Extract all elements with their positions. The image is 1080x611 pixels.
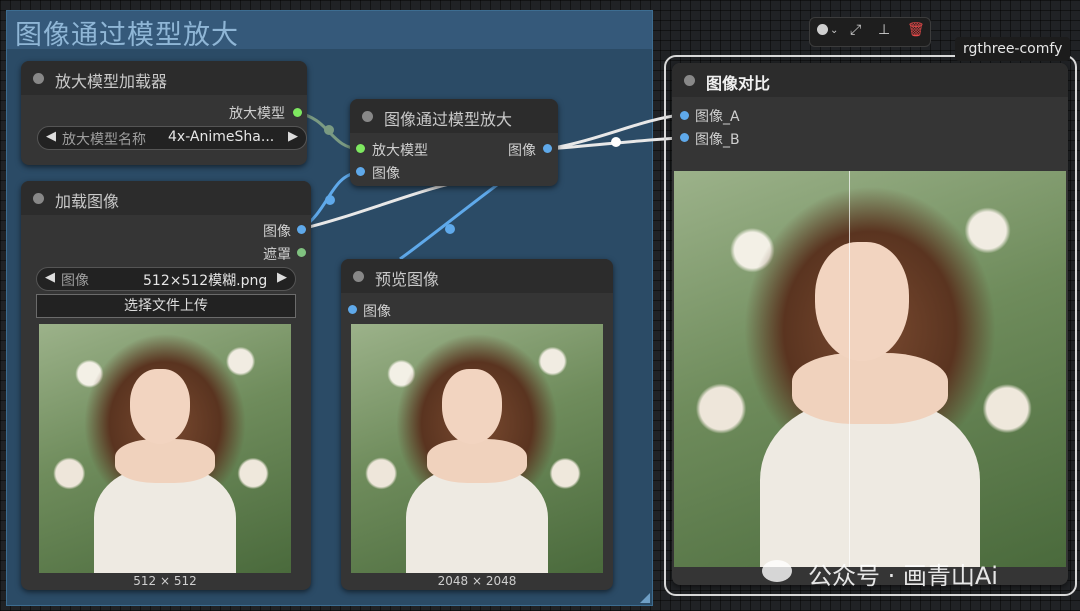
input-image-b-slot[interactable] xyxy=(680,133,689,142)
collapse-dot-icon[interactable] xyxy=(33,73,44,84)
combo-next-icon[interactable]: ▶ xyxy=(277,270,287,285)
preview-size-caption: 2048 × 2048 xyxy=(437,574,517,588)
color-circle-icon[interactable] xyxy=(817,24,828,35)
link-model-midpoint xyxy=(324,125,334,135)
input-model-slot[interactable] xyxy=(356,144,365,153)
input-image-label: 图像 xyxy=(372,166,400,182)
link-image-to-compare-a xyxy=(300,178,471,231)
loaded-image-preview xyxy=(39,324,291,573)
link-image-midpoint xyxy=(325,195,335,205)
input-image-slot[interactable] xyxy=(356,167,365,176)
node-title-bar[interactable]: 预览图像 xyxy=(341,259,613,293)
node-title-bar[interactable]: 放大模型加载器 xyxy=(21,61,307,95)
image-file-combo[interactable]: ◀ 图像 512×512模糊.png ▶ xyxy=(36,267,296,291)
watermark-text: 公众号 · 画青山Ai xyxy=(808,562,998,590)
node-title: 图像通过模型放大 xyxy=(384,110,513,129)
collapse-dot-icon[interactable] xyxy=(362,111,373,122)
brand-tag: rgthree-comfy xyxy=(955,37,1071,61)
photo-face xyxy=(129,368,191,444)
input-model-label: 放大模型 xyxy=(372,143,428,159)
node-title: 加载图像 xyxy=(55,192,120,211)
output-image-slot[interactable] xyxy=(297,225,306,234)
combo-label: 图像 xyxy=(61,273,89,289)
output-model-label: 放大模型 xyxy=(229,106,285,122)
photo-dress xyxy=(406,468,548,573)
input-image-a-slot[interactable] xyxy=(680,111,689,120)
wechat-logo-icon xyxy=(762,560,792,582)
input-image-b-label: 图像_B xyxy=(695,132,740,148)
node-preview-image[interactable]: 预览图像 图像 2048 × 2048 xyxy=(341,259,613,590)
upload-file-button[interactable]: 选择文件上传 xyxy=(36,294,296,318)
image-size-caption: 512 × 512 xyxy=(133,574,197,588)
input-image-label: 图像 xyxy=(363,304,391,320)
node-title-bar[interactable]: 图像通过模型放大 xyxy=(350,99,558,133)
combo-value: 512×512模糊.png xyxy=(143,273,268,289)
wand-icon[interactable]: ⤢ xyxy=(850,22,861,38)
output-image-slot[interactable] xyxy=(543,144,552,153)
node-upscale-model-loader[interactable]: 放大模型加载器 放大模型 ◀ 放大模型名称 4x-AnimeSha... ▶ xyxy=(21,61,307,165)
node-toolbar: ⌄ ⤢ ⊥ 🗑 xyxy=(809,17,931,47)
node-title-bar[interactable]: 加载图像 xyxy=(21,181,311,215)
node-upscale-with-model[interactable]: 图像通过模型放大 放大模型 图像 图像 xyxy=(350,99,558,186)
output-mask-label: 遮罩 xyxy=(263,247,291,263)
link-preview-midpoint xyxy=(445,224,455,234)
input-image-slot[interactable] xyxy=(348,305,357,314)
collapse-dot-icon[interactable] xyxy=(684,75,695,86)
collapse-dot-icon[interactable] xyxy=(33,193,44,204)
input-image-a-label: 图像_A xyxy=(695,109,740,125)
node-load-image[interactable]: 加载图像 图像 遮罩 ◀ 图像 512×512模糊.png ▶ 选择文件上传 5… xyxy=(21,181,311,590)
pin-icon[interactable]: ⊥ xyxy=(878,22,890,38)
combo-prev-icon[interactable]: ◀ xyxy=(45,270,55,285)
trash-icon[interactable]: 🗑 xyxy=(907,22,925,38)
preview-image xyxy=(351,324,603,573)
chevron-down-icon[interactable]: ⌄ xyxy=(830,25,838,36)
photo-face xyxy=(441,368,503,444)
output-model-slot[interactable] xyxy=(293,108,302,117)
node-title: 放大模型加载器 xyxy=(55,72,168,91)
photo-face xyxy=(815,242,910,362)
output-image-label: 图像 xyxy=(263,224,291,240)
photo-shoulders xyxy=(791,353,949,425)
node-image-compare[interactable]: 图像对比 图像_A 图像_B xyxy=(672,63,1068,585)
combo-prev-icon[interactable]: ◀ xyxy=(46,129,56,144)
node-title: 预览图像 xyxy=(375,270,440,289)
output-mask-slot[interactable] xyxy=(297,248,306,257)
photo-shoulders xyxy=(114,438,216,484)
photo-dress xyxy=(94,468,236,573)
collapse-dot-icon[interactable] xyxy=(353,271,364,282)
compare-image-viewer[interactable] xyxy=(674,171,1066,567)
node-title: 图像对比 xyxy=(706,74,771,93)
combo-value: 4x-AnimeSha... xyxy=(168,129,275,145)
node-title-bar[interactable]: 图像对比 xyxy=(672,63,1068,97)
combo-next-icon[interactable]: ▶ xyxy=(288,129,298,144)
link-compare-midpoint xyxy=(611,137,621,147)
compare-divider-line[interactable] xyxy=(849,171,850,567)
photo-dress xyxy=(760,400,980,567)
model-name-combo[interactable]: ◀ 放大模型名称 4x-AnimeSha... ▶ xyxy=(37,126,307,150)
combo-label: 放大模型名称 xyxy=(62,132,146,148)
output-image-label: 图像 xyxy=(508,143,536,159)
photo-shoulders xyxy=(426,438,528,484)
